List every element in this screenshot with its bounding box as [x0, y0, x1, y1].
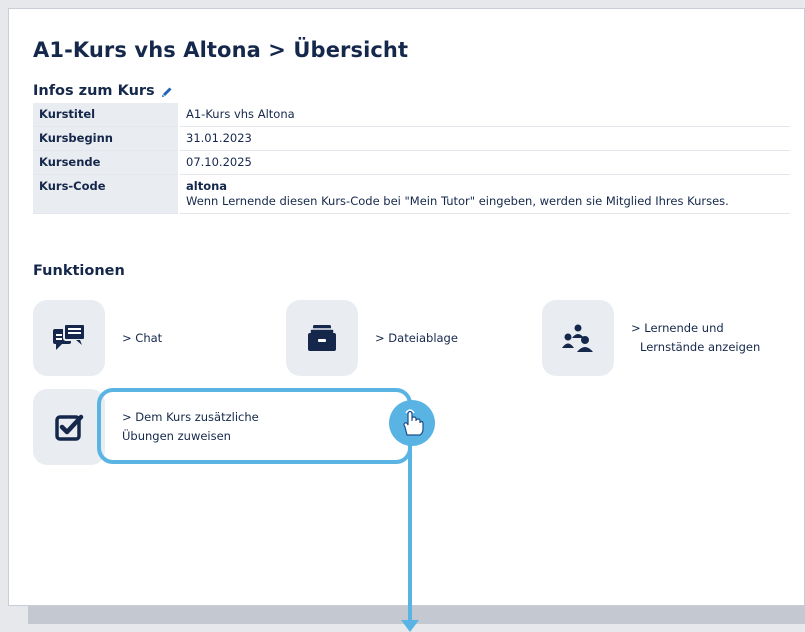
row-label: Kursende [33, 150, 180, 175]
table-row: Kurs-Code altona Wenn Lernende diesen Ku… [33, 174, 790, 214]
table-row: Kursbeginn 31.01.2023 [33, 126, 790, 151]
course-info-table: Kurstitel A1-Kurs vhs Altona Kursbeginn … [33, 103, 790, 214]
arrow-down-icon [401, 620, 419, 632]
function-chat[interactable]: > Chat [33, 300, 162, 376]
info-heading-label: Infos zum Kurs [33, 83, 155, 99]
table-row: Kursende 07.10.2025 [33, 150, 790, 175]
row-label: Kursbeginn [33, 126, 180, 151]
row-label: Kurs-Code [33, 174, 180, 214]
assign-exercises-icon [33, 389, 105, 465]
row-value: 31.01.2023 [179, 126, 790, 151]
table-row: Kurstitel A1-Kurs vhs Altona [33, 103, 790, 127]
row-value: 07.10.2025 [179, 150, 790, 175]
function-learners-label[interactable]: > Lernende und Lernstände anzeigen [631, 319, 760, 357]
function-file-storage[interactable]: > Dateiablage [286, 300, 458, 376]
row-value: A1-Kurs vhs Altona [179, 103, 790, 127]
row-value: altona Wenn Lernende diesen Kurs-Code be… [179, 174, 790, 214]
learners-icon [542, 300, 614, 376]
arrow-line [408, 446, 412, 622]
pencil-icon[interactable] [161, 85, 174, 98]
course-code-hint: Wenn Lernende diesen Kurs-Code bei "Mein… [186, 194, 729, 208]
row-label: Kurstitel [33, 103, 180, 127]
functions-heading: Funktionen [33, 263, 125, 279]
course-code: altona [186, 179, 228, 193]
file-storage-icon [286, 300, 358, 376]
highlight-frame [97, 388, 412, 464]
function-file-storage-label[interactable]: > Dateiablage [375, 329, 458, 348]
pointer-hand-icon [389, 400, 435, 446]
function-chat-label[interactable]: > Chat [122, 329, 162, 348]
course-overview-panel: A1-Kurs vhs Altona > Übersicht Infos zum… [8, 8, 805, 606]
chat-icon [33, 300, 105, 376]
function-learners[interactable]: > Lernende und Lernstände anzeigen [542, 300, 760, 376]
info-heading: Infos zum Kurs [33, 83, 174, 99]
page-title: A1-Kurs vhs Altona > Übersicht [33, 38, 409, 62]
